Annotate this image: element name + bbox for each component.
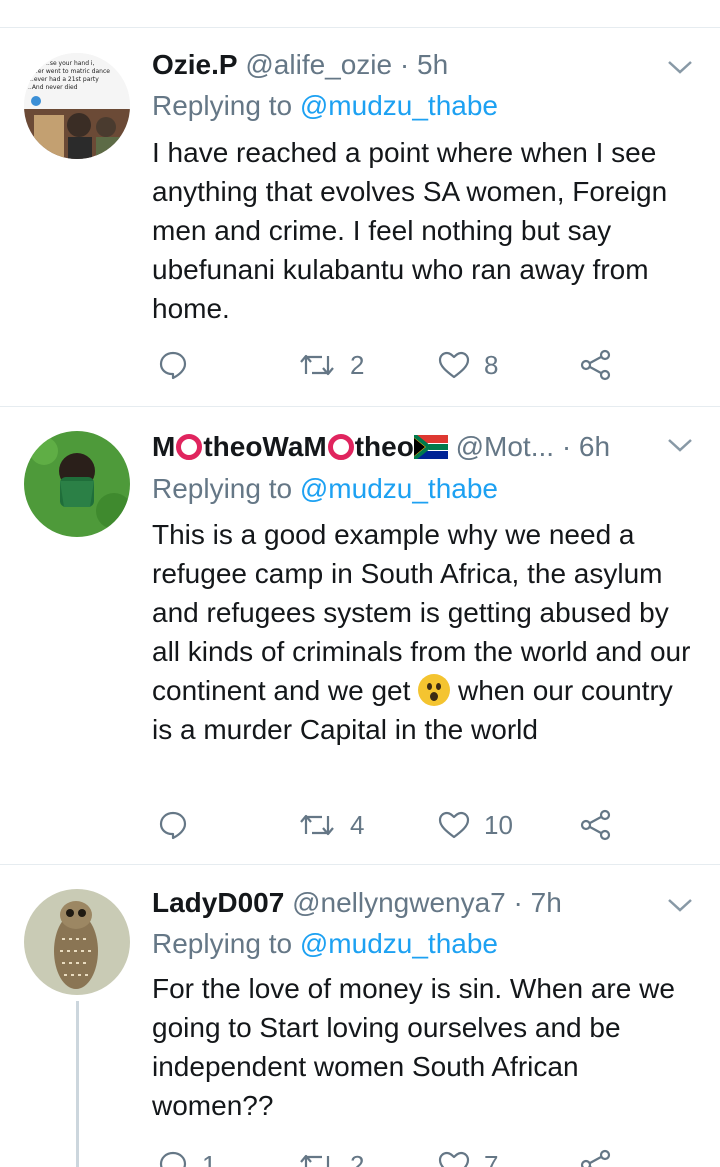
like-button[interactable]: 10 [438,805,513,845]
like-count: 10 [484,809,513,840]
share-icon [580,809,611,841]
timestamp[interactable]: · 6h [562,431,610,462]
heart-icon [438,351,470,379]
timestamp[interactable]: · 7h [514,887,562,918]
replying-to-label: Replying to [152,928,293,959]
heart-icon [438,1151,470,1167]
retweet-count: 2 [350,349,365,380]
tweet-text: I have reached a point where when I see … [152,137,668,324]
reply-icon [159,351,187,380]
display-name-part: theo [354,431,414,462]
hushed-face-emoji [418,674,451,706]
retweet-count: 2 [350,1149,365,1167]
mention-link[interactable]: @mudzu_thabe [300,928,498,959]
like-count: 8 [484,349,499,380]
retweet-button[interactable]: 2 [298,345,364,385]
chevron-down-icon[interactable] [666,435,694,455]
user-handle[interactable]: @nellyngwenya7 [292,887,506,918]
display-name[interactable]: MtheoWaM theo [152,431,448,462]
action-bar: 1 2 7 [152,1145,632,1167]
mention-link[interactable]: @mudzu_thabe [300,473,498,504]
avatar-caption-line: ..And never died [28,84,78,91]
timestamp[interactable]: · 5h [400,49,448,80]
chevron-down-icon[interactable] [666,57,694,77]
share-icon [580,1149,611,1167]
retweet-button[interactable]: 2 [298,1145,364,1167]
chevron-down-icon[interactable] [666,895,694,915]
mention-link[interactable]: @mudzu_thabe [300,90,498,121]
avatar-caption-line: ..er went to matric dance [34,68,110,75]
share-icon [580,349,611,381]
display-name[interactable]: Ozie.P [152,49,238,80]
avatar-caption-line: ..se your hand i, [46,60,95,67]
user-handle[interactable]: @alife_ozie [245,49,392,80]
retweet-icon [300,354,334,376]
replying-to-label: Replying to [152,473,293,504]
user-handle[interactable]: @Mot... [456,431,554,462]
tweet-header: MtheoWaM theo @Mot... · 6h [152,429,610,465]
reply-count: 1 [202,1149,217,1167]
tweet[interactable]: LadyD007 @nellyngwenya7 · 7h Replying to… [0,865,720,1167]
share-button[interactable] [580,1145,612,1167]
reply-button[interactable] [158,805,202,845]
tweet[interactable]: MtheoWaM theo @Mot... · 6h Replying to @m… [0,407,720,865]
display-name-part: theoWaM [203,431,327,462]
retweet-icon [300,814,334,836]
share-button[interactable] [580,805,612,845]
display-name-part: M [152,431,176,462]
retweet-icon [300,1154,330,1167]
tweet-text: This is a good example why we need a ref… [152,515,697,749]
replying-to: Replying to @mudzu_thabe [152,926,498,962]
like-count: 7 [484,1149,499,1167]
replying-to-label: Replying to [152,90,293,121]
retweet-count: 4 [350,809,365,840]
tweet[interactable]: ..se your hand i, ..er went to matric da… [0,29,720,407]
retweet-button[interactable]: 4 [298,805,364,845]
heart-icon [438,811,470,839]
red-circle-emoji [176,434,203,460]
avatar-caption-line: ..ever had a 21st party [30,76,99,83]
action-bar: 2 8 [152,345,632,385]
reply-icon [159,1151,187,1167]
reply-button[interactable] [158,345,202,385]
avatar[interactable] [24,889,130,995]
reply-icon [159,811,187,840]
avatar[interactable]: ..se your hand i, ..er went to matric da… [24,53,130,159]
south-africa-flag-icon [413,435,448,459]
thread-line [76,1001,79,1167]
replying-to: Replying to @mudzu_thabe [152,471,498,507]
red-circle-emoji [327,434,354,460]
like-button[interactable]: 7 [438,1145,498,1167]
tweet-header: Ozie.P @alife_ozie · 5h [152,47,448,83]
replying-to: Replying to @mudzu_thabe [152,88,498,124]
like-button[interactable]: 8 [438,345,498,385]
action-bar: 4 10 [152,805,632,845]
previous-tweet-divider [0,0,720,28]
avatar[interactable] [24,431,130,537]
share-button[interactable] [580,345,612,385]
reply-button[interactable]: 1 [158,1145,216,1167]
display-name[interactable]: LadyD007 [152,887,284,918]
tweet-text: For the love of money is sin. When are w… [152,973,675,1121]
tweet-header: LadyD007 @nellyngwenya7 · 7h [152,885,562,921]
